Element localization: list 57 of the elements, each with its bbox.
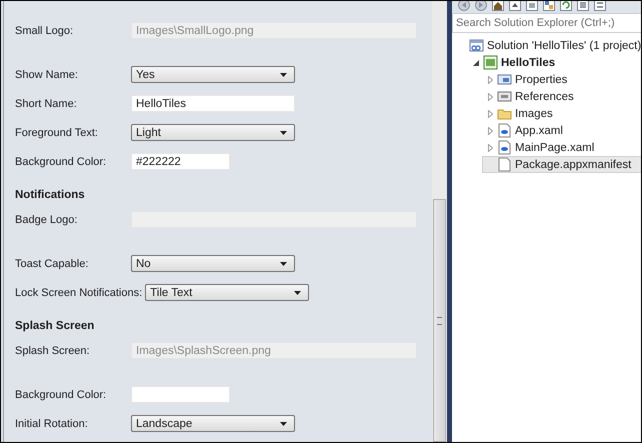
input-field[interactable]	[131, 386, 230, 403]
tree-item[interactable]: MainPage.xaml	[482, 139, 641, 156]
tree-item[interactable]: References	[482, 88, 641, 105]
dropdown[interactable]: Tile Text	[145, 284, 310, 301]
input-field[interactable]: HelloTiles	[131, 95, 295, 112]
dropdown[interactable]: Yes	[131, 66, 295, 83]
tree-item[interactable]: Images	[482, 105, 641, 122]
tree-item[interactable]: Properties	[482, 71, 641, 88]
field-label: Initial Rotation:	[15, 418, 89, 430]
solution-icon	[469, 38, 484, 53]
xaml-file-icon	[497, 123, 512, 138]
back-icon[interactable]	[458, 1, 470, 11]
file-icon	[497, 157, 512, 172]
project-icon	[483, 55, 498, 70]
caret-icon	[294, 290, 302, 294]
refresh-icon[interactable]	[560, 1, 572, 11]
references-icon	[497, 89, 512, 104]
tree-item[interactable]: HelloTiles	[468, 54, 641, 71]
collapsed-icon[interactable]	[488, 76, 492, 84]
tree-item[interactable]: Package.appxmanifest	[482, 156, 641, 173]
document-icon[interactable]	[577, 1, 589, 11]
section-heading: Notifications	[15, 188, 86, 202]
caret-icon	[280, 130, 287, 134]
dropdown[interactable]: Landscape	[131, 415, 295, 432]
collapsed-icon[interactable]	[488, 110, 492, 118]
field-label: Lock Screen Notifications:	[15, 286, 144, 298]
scrollbar-thumb[interactable]	[433, 199, 446, 442]
collapsed-icon[interactable]	[488, 126, 492, 134]
list-icon[interactable]	[594, 1, 606, 11]
xaml-file-icon	[497, 140, 512, 155]
path-field: Images\SplashScreen.png	[131, 342, 417, 359]
field-label: Show Name:	[15, 68, 79, 80]
dropdown[interactable]: Light	[131, 124, 295, 141]
caret-icon	[280, 422, 287, 426]
search-field[interactable]: Search Solution Explorer (Ctrl+;)	[452, 13, 641, 33]
field-label: Short Name:	[15, 98, 78, 110]
tree-item[interactable]: Solution 'HelloTiles' (1 project)	[454, 37, 641, 54]
caret-icon	[280, 262, 287, 266]
collapsed-icon[interactable]	[488, 92, 492, 100]
caret-icon	[280, 72, 287, 76]
field-label: Small Logo:	[15, 24, 74, 36]
expanded-icon[interactable]	[473, 60, 479, 66]
field-label: Splash Screen:	[15, 344, 91, 356]
input-field[interactable]: #222222	[131, 153, 230, 170]
field-label: Foreground Text:	[15, 126, 99, 138]
field-label: Toast Capable:	[15, 258, 90, 270]
dropdown[interactable]: No	[131, 255, 295, 272]
path-field: Images\SmallLogo.png	[131, 22, 417, 39]
home-icon[interactable]	[492, 1, 504, 11]
field-label: Background Color:	[15, 156, 108, 168]
field-label: Background Color:	[15, 388, 108, 400]
collapsed-icon[interactable]	[488, 144, 492, 152]
collapse-icon[interactable]	[509, 1, 521, 11]
tree-item[interactable]: App.xaml	[482, 122, 641, 139]
field-label: Badge Logo:	[15, 214, 78, 226]
forward-icon[interactable]	[475, 1, 487, 11]
section-heading: Splash Screen	[15, 319, 96, 333]
